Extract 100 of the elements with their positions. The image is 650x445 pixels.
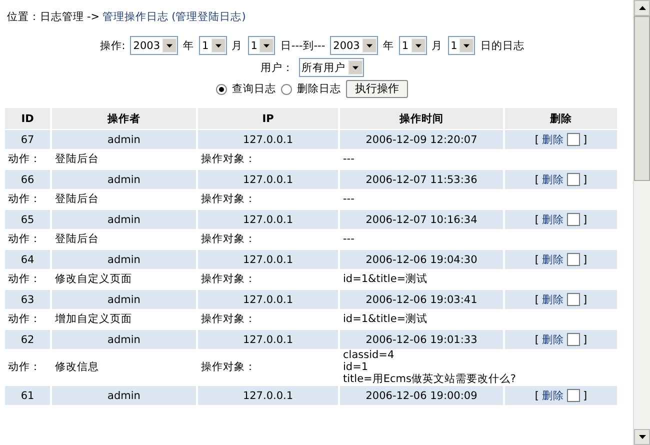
caret-down-icon (348, 60, 362, 75)
delete-link[interactable]: 删除 (542, 254, 564, 266)
target-label: 操作对象： (200, 232, 257, 247)
table-cell: 127.0.0.1 (198, 289, 340, 309)
caret-down-icon (638, 435, 646, 439)
dropdown[interactable]: 2003 (330, 36, 378, 55)
action-text: 增加自定义页面 (54, 312, 133, 327)
table-cell: admin (52, 249, 198, 269)
table-cell: 127.0.0.1 (198, 385, 340, 405)
dropdown[interactable]: 1 (398, 36, 427, 55)
target-text: id=1&title=测试 (343, 273, 429, 285)
delete-link[interactable]: 删除 (542, 134, 564, 146)
location-label: 位置：日志管理 (7, 11, 84, 23)
column-header: IP (198, 108, 340, 129)
target-label: 操作对象： (200, 360, 257, 375)
filter-label: 年 (382, 40, 394, 52)
bracket: [ (534, 334, 539, 346)
dropdown[interactable]: 1 (448, 36, 476, 55)
target-text: title=用Ecms做英文站需要改什么? (343, 373, 518, 385)
table-cell: 61 (5, 385, 52, 405)
table-cell: 62 (5, 329, 52, 349)
table-cell: admin (52, 329, 198, 349)
column-header: 操作者 (52, 108, 198, 129)
table-cell: 2006-12-06 19:00:09 (340, 385, 505, 405)
table-cell: admin (52, 129, 198, 149)
radio-button[interactable] (281, 84, 292, 94)
target-text: --- (343, 153, 356, 165)
bracket: ] (583, 390, 588, 402)
bracket: ] (583, 134, 588, 146)
bracket: [ (534, 254, 539, 266)
filter-label: 操作: (100, 40, 126, 52)
target-label: 操作对象： (200, 312, 257, 327)
action-text: 登陆后台 (54, 232, 100, 247)
dropdown[interactable]: 2003 (130, 36, 178, 55)
table-cell: 2006-12-07 10:16:34 (340, 209, 505, 229)
action-text: 登陆后台 (54, 192, 100, 207)
action-text: 修改信息 (54, 360, 100, 375)
action-text: 修改自定义页面 (54, 272, 133, 287)
column-header: ID (5, 108, 52, 129)
checkbox[interactable] (567, 389, 580, 402)
caret-down-icon (210, 38, 226, 53)
checkbox[interactable] (567, 253, 580, 266)
user-label: 用户： (260, 62, 294, 74)
table-cell: admin (52, 385, 198, 405)
dropdown[interactable]: 1 (199, 36, 227, 55)
bracket: [ (534, 214, 539, 226)
login-log-link[interactable]: (管理登陆日志) (172, 11, 246, 23)
target-label: 操作对象： (200, 192, 257, 207)
table-cell: 64 (5, 249, 52, 269)
bracket: [ (534, 294, 539, 306)
delete-link[interactable]: 删除 (542, 214, 564, 226)
table-cell: 2006-12-06 19:03:41 (340, 289, 505, 309)
target-label: 操作对象： (200, 152, 257, 167)
filter-label: 日的日志 (480, 40, 524, 52)
radio-label[interactable]: 查询日志 (232, 83, 276, 95)
table-cell: 67 (5, 129, 52, 149)
bracket: [ (534, 174, 539, 186)
caret-up-icon (638, 6, 646, 10)
delete-link[interactable]: 删除 (542, 294, 564, 306)
action-label: 动作： (7, 152, 42, 167)
target-label: 操作对象： (200, 272, 257, 287)
table-cell: 2006-12-06 19:04:30 (340, 249, 505, 269)
column-header: 删除 (505, 108, 619, 129)
checkbox[interactable] (567, 133, 580, 146)
caret-down-icon (362, 38, 377, 53)
filter-label: 月 (232, 40, 243, 52)
delete-link[interactable]: 删除 (542, 334, 564, 346)
action-label: 动作： (7, 192, 42, 207)
table-cell: 127.0.0.1 (198, 329, 340, 349)
breadcrumb-link[interactable]: 管理操作日志 (102, 11, 169, 23)
checkbox[interactable] (567, 213, 580, 226)
target-text: id=1 (343, 361, 370, 373)
checkbox[interactable] (567, 293, 580, 306)
table-cell: 127.0.0.1 (198, 209, 340, 229)
action-label: 动作： (7, 360, 42, 375)
target-text: --- (343, 233, 356, 245)
table-cell: 66 (5, 169, 52, 189)
caret-down-icon (459, 38, 474, 53)
scrollbar[interactable] (633, 0, 650, 445)
caret-down-icon (259, 38, 274, 53)
column-header: 操作时间 (340, 108, 505, 129)
table-cell: admin (52, 289, 198, 309)
table-cell: 63 (5, 289, 52, 309)
radio-button[interactable] (216, 84, 227, 94)
bracket: ] (583, 254, 588, 266)
radio-label[interactable]: 删除日志 (297, 83, 341, 95)
delete-link[interactable]: 删除 (542, 390, 564, 402)
checkbox[interactable] (567, 173, 580, 186)
dropdown[interactable]: 1 (248, 36, 276, 55)
execute-button[interactable]: 执行操作 (346, 80, 408, 98)
bracket: [ (534, 134, 539, 146)
target-text: id=1&title=测试 (343, 313, 429, 325)
table-cell: 65 (5, 209, 52, 229)
checkbox[interactable] (567, 333, 580, 346)
filter-label: 月 (432, 40, 443, 52)
breadcrumb-separator: -> (87, 11, 100, 23)
caret-down-icon (162, 38, 178, 53)
scroll-thumb[interactable] (634, 16, 650, 181)
dropdown[interactable]: 所有用户 (298, 58, 364, 77)
delete-link[interactable]: 删除 (542, 174, 564, 186)
